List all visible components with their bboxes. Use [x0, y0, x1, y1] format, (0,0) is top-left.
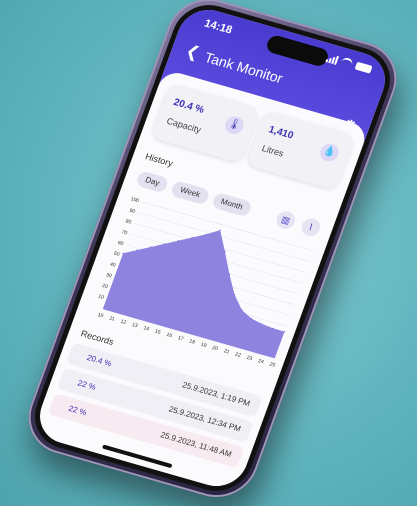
x-tick-label: 10 [97, 312, 105, 319]
x-tick-label: 16 [165, 332, 173, 339]
x-tick-label: 18 [188, 338, 196, 345]
litres-card[interactable]: 1,410 Litres 💧 [245, 110, 356, 191]
litres-value: 1,410 [267, 124, 295, 142]
y-tick-label: 40 [109, 261, 117, 268]
y-tick-label: 80 [125, 219, 133, 226]
area-series [102, 230, 285, 359]
capacity-label: Capacity [165, 115, 203, 135]
record-percent: 22 % [76, 378, 98, 392]
x-tick-label: 25 [269, 361, 277, 368]
line-chart-icon[interactable]: ⌇ [299, 216, 323, 239]
thermometer-icon: 🌡 [222, 114, 247, 137]
y-tick-label: 60 [117, 240, 125, 247]
litres-label: Litres [260, 143, 286, 159]
chevron-left-icon[interactable]: ❮ [183, 43, 202, 64]
x-tick-label: 24 [257, 358, 265, 365]
phone-screen: 14:18 ❮ Tank Monitor ⚙ [31, 2, 394, 494]
water-drop-icon: 💧 [317, 141, 342, 164]
x-tick-label: 19 [200, 342, 208, 349]
bar-chart-icon[interactable]: ▥ [274, 209, 298, 232]
x-tick-label: 17 [177, 335, 185, 342]
wifi-icon [339, 56, 354, 70]
capacity-value: 20.4 % [171, 96, 206, 116]
tab-week[interactable]: Week [169, 180, 211, 206]
x-tick-label: 11 [108, 315, 115, 322]
y-tick-label: 70 [121, 229, 129, 236]
x-tick-label: 20 [211, 345, 219, 352]
x-tick-label: 21 [223, 348, 231, 355]
page-title: Tank Monitor [202, 49, 286, 87]
scene: 14:18 ❮ Tank Monitor ⚙ [0, 0, 417, 506]
system-icons [325, 52, 373, 74]
status-time: 14:18 [202, 17, 234, 37]
x-tick-label: 12 [120, 319, 128, 326]
phone-mockup: 14:18 ❮ Tank Monitor ⚙ [17, 0, 408, 506]
y-tick-label: 30 [105, 272, 113, 279]
x-tick-label: 15 [154, 329, 162, 336]
record-percent: 22 % [67, 403, 88, 418]
record-percent: 20.4 % [85, 352, 113, 369]
history-heading: History [143, 151, 175, 169]
signal-icon [325, 52, 340, 65]
y-tick-label: 100 [130, 196, 140, 204]
y-tick-label: 90 [128, 208, 136, 215]
x-tick-label: 23 [246, 355, 254, 362]
x-tick-label: 13 [131, 322, 139, 329]
y-tick-label: 10 [97, 294, 105, 301]
x-tick-label: 22 [234, 352, 242, 359]
y-tick-label: 20 [101, 283, 109, 290]
tab-day[interactable]: Day [135, 170, 170, 194]
tab-month[interactable]: Month [210, 191, 253, 218]
y-tick-label: 50 [113, 251, 121, 258]
records-heading: Records [79, 328, 116, 348]
capacity-card[interactable]: 20.4 % Capacity 🌡 [150, 82, 261, 164]
x-tick-label: 14 [143, 325, 151, 332]
battery-icon [354, 61, 373, 74]
